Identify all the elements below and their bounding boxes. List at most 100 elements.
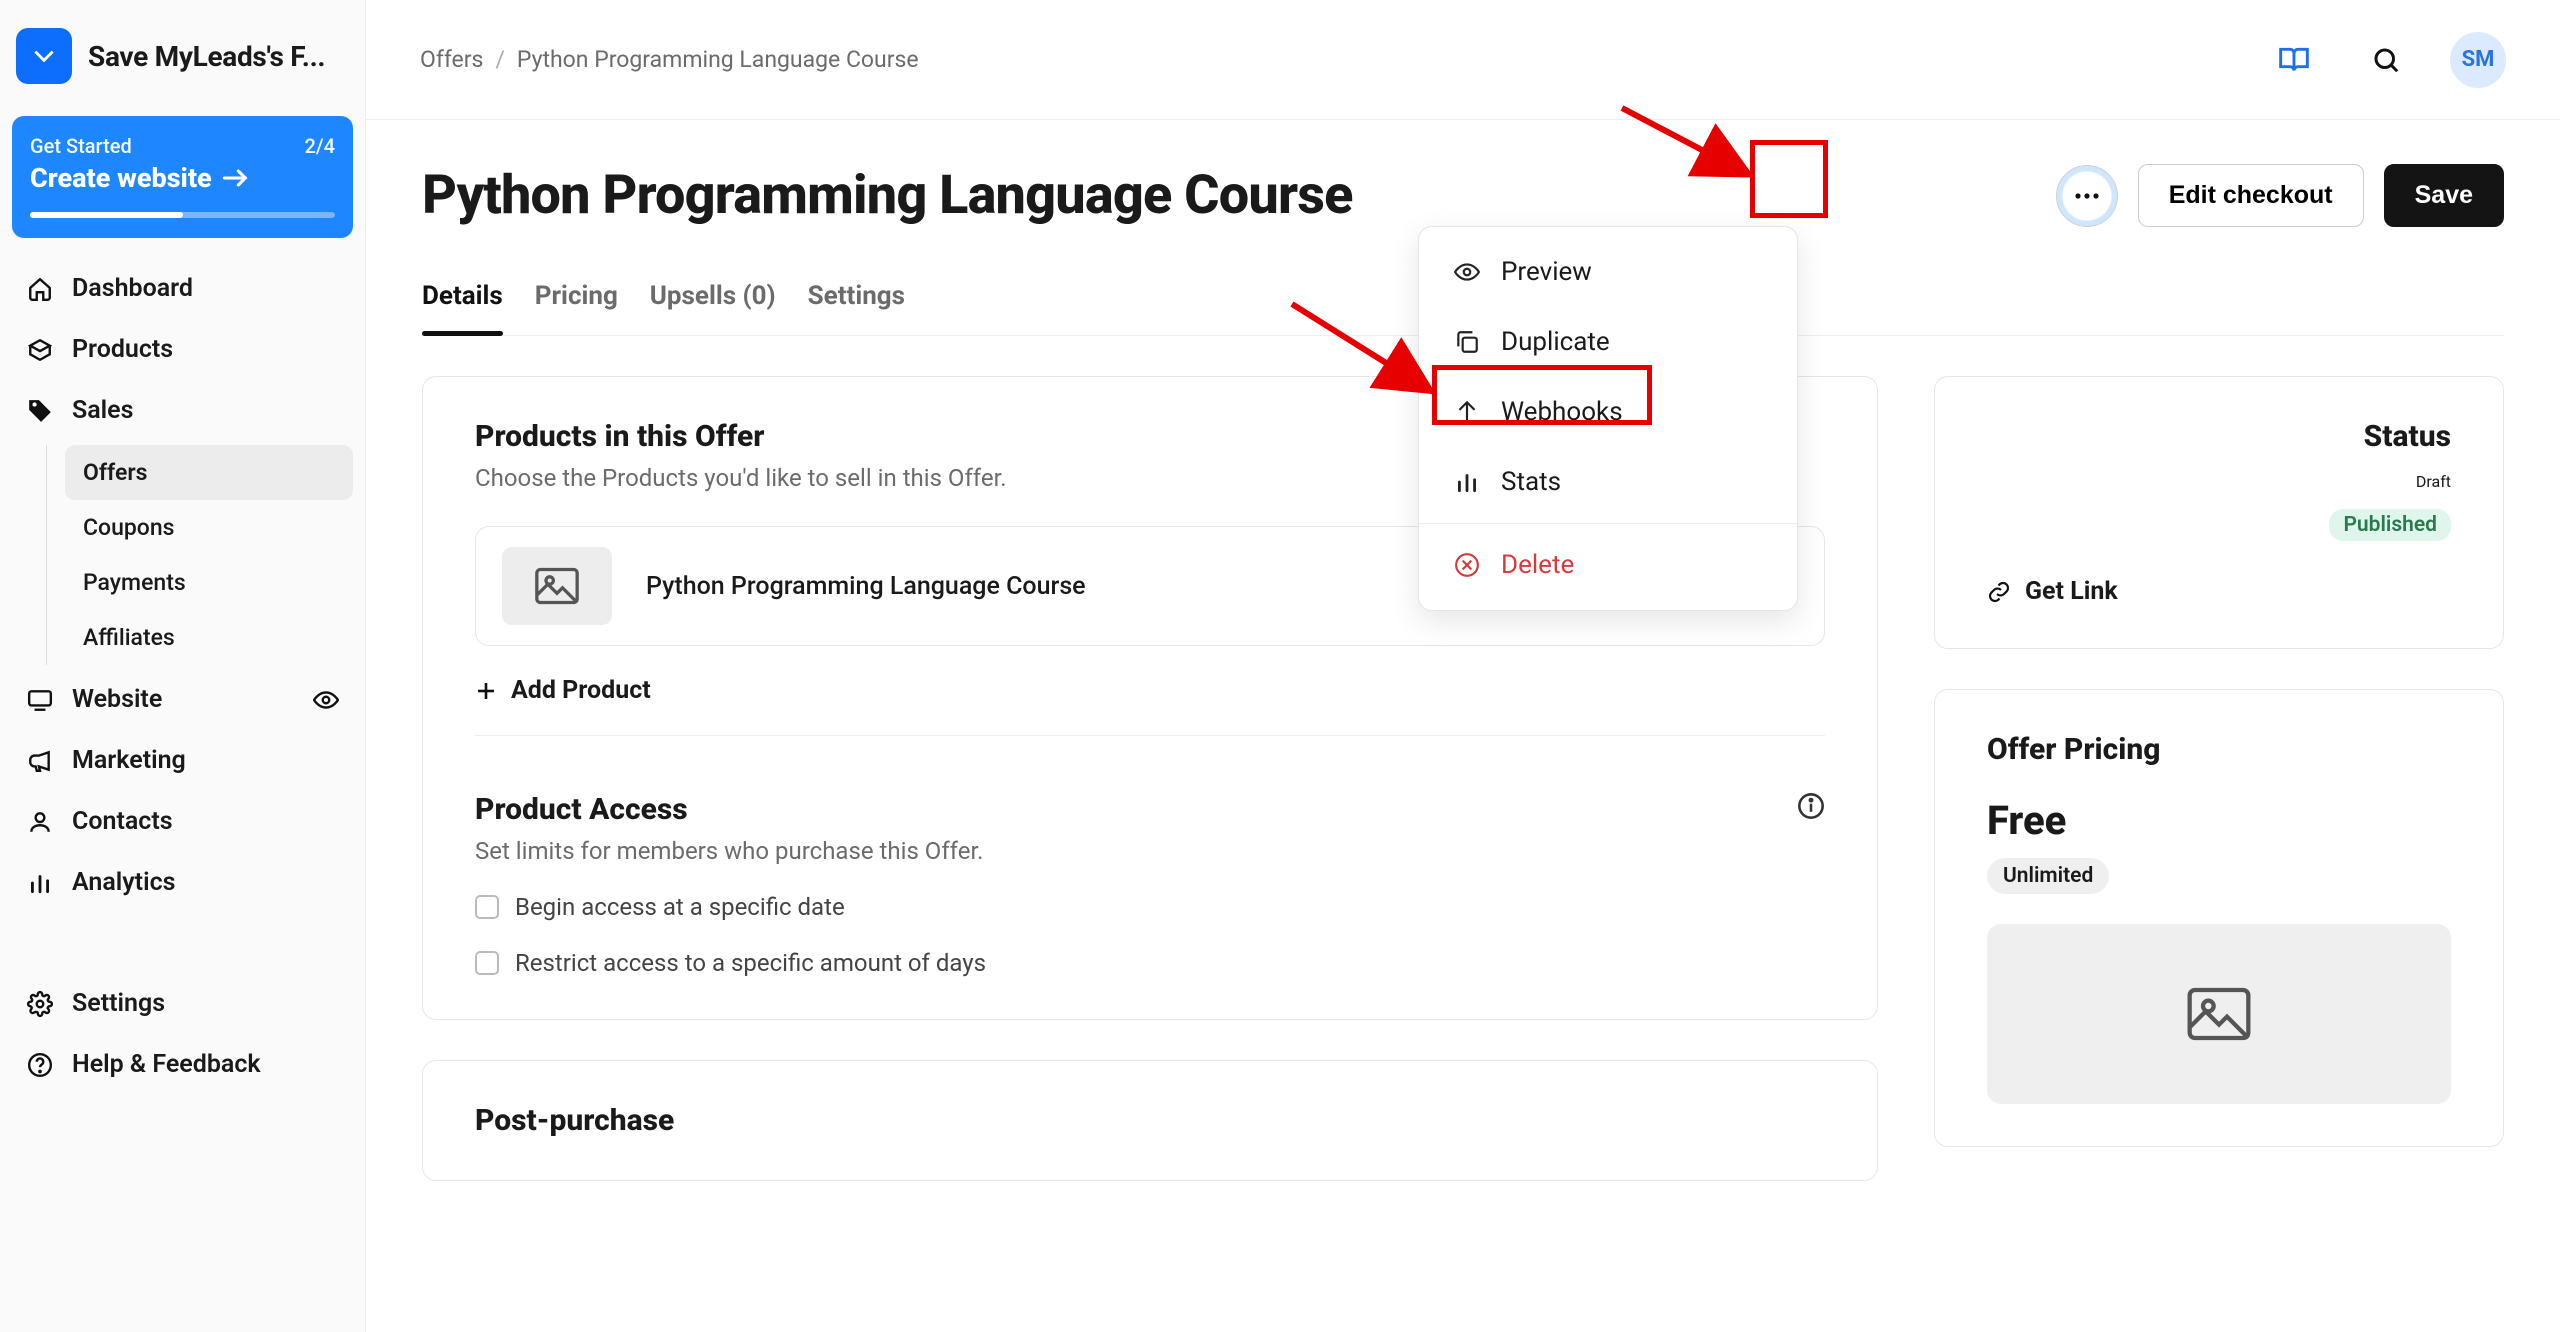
add-product-label: Add Product bbox=[511, 676, 651, 705]
published-badge: Published bbox=[2329, 509, 2451, 541]
save-button[interactable]: Save bbox=[2384, 164, 2504, 227]
help-icon bbox=[26, 1051, 54, 1079]
subnav-payments[interactable]: Payments bbox=[65, 555, 353, 610]
offer-price: Free bbox=[1987, 797, 2451, 844]
subnav-coupons[interactable]: Coupons bbox=[65, 500, 353, 555]
arrow-right-icon bbox=[222, 168, 250, 188]
user-icon bbox=[26, 808, 54, 836]
nav-analytics[interactable]: Analytics bbox=[12, 852, 353, 913]
access-date-label: Begin access at a specific date bbox=[515, 893, 845, 921]
nav-marketing-label: Marketing bbox=[72, 746, 186, 775]
info-icon[interactable] bbox=[1797, 792, 1825, 820]
get-link-button[interactable]: Get Link bbox=[1987, 577, 2451, 606]
book-icon[interactable] bbox=[2266, 32, 2322, 88]
tab-pricing[interactable]: Pricing bbox=[535, 267, 618, 335]
nav-settings[interactable]: Settings bbox=[12, 973, 353, 1034]
nav-website[interactable]: Website bbox=[12, 669, 353, 730]
status-draft-label: Draft bbox=[2416, 472, 2451, 491]
home-icon bbox=[26, 275, 54, 303]
subnav-affiliates[interactable]: Affiliates bbox=[65, 610, 353, 665]
nav-settings-label: Settings bbox=[72, 989, 165, 1018]
post-purchase-card: Post-purchase bbox=[422, 1060, 1878, 1181]
brand-name: Save MyLeads's F... bbox=[88, 40, 325, 73]
edit-checkout-button[interactable]: Edit checkout bbox=[2138, 164, 2364, 227]
gear-icon bbox=[26, 990, 54, 1018]
progress-track bbox=[30, 212, 335, 218]
offer-pricing-heading: Offer Pricing bbox=[1987, 732, 2451, 767]
get-started-card[interactable]: Get Started 2/4 Create website bbox=[12, 116, 353, 238]
nav-marketing[interactable]: Marketing bbox=[12, 730, 353, 791]
primary-nav: Dashboard Products Sales Offers Coupons … bbox=[12, 258, 353, 1095]
restrict-days-label: Restrict access to a specific amount of … bbox=[515, 949, 986, 977]
stats-icon bbox=[1453, 468, 1481, 496]
nav-contacts-label: Contacts bbox=[72, 807, 173, 836]
nav-website-label: Website bbox=[72, 685, 162, 714]
dropdown-duplicate[interactable]: Duplicate bbox=[1419, 307, 1797, 377]
dropdown-stats-label: Stats bbox=[1501, 467, 1561, 497]
brand-row[interactable]: Save MyLeads's F... bbox=[12, 16, 353, 90]
page-title: Python Programming Language Course bbox=[422, 164, 1353, 227]
breadcrumb-separator: / bbox=[495, 46, 505, 73]
webhook-icon bbox=[1453, 398, 1481, 426]
breadcrumb-current: Python Programming Language Course bbox=[517, 46, 919, 73]
dropdown-preview-label: Preview bbox=[1501, 257, 1592, 287]
pricing-image-placeholder bbox=[1987, 924, 2451, 1104]
bar-chart-icon bbox=[26, 869, 54, 897]
dropdown-stats[interactable]: Stats bbox=[1419, 447, 1797, 517]
image-placeholder-icon bbox=[502, 547, 612, 625]
nav-products[interactable]: Products bbox=[12, 319, 353, 380]
tab-settings[interactable]: Settings bbox=[808, 267, 905, 335]
post-purchase-heading: Post-purchase bbox=[475, 1103, 1825, 1138]
nav-analytics-label: Analytics bbox=[72, 868, 175, 897]
megaphone-icon bbox=[26, 747, 54, 775]
dropdown-webhooks[interactable]: Webhooks bbox=[1419, 377, 1797, 447]
eye-icon[interactable] bbox=[313, 687, 339, 713]
monitor-icon bbox=[26, 686, 54, 714]
get-started-title: Create website bbox=[30, 162, 212, 194]
subnav-offers[interactable]: Offers bbox=[65, 445, 353, 500]
dropdown-preview[interactable]: Preview bbox=[1419, 237, 1797, 307]
status-published-option[interactable]: Published bbox=[1987, 509, 2451, 541]
product-title: Python Programming Language Course bbox=[646, 572, 1086, 601]
dropdown-delete-label: Delete bbox=[1501, 550, 1574, 580]
access-date-checkbox[interactable]: Begin access at a specific date bbox=[475, 893, 1825, 921]
nav-help[interactable]: Help & Feedback bbox=[12, 1034, 353, 1095]
avatar[interactable]: SM bbox=[2450, 32, 2506, 88]
breadcrumb-root[interactable]: Offers bbox=[420, 46, 483, 73]
nav-help-label: Help & Feedback bbox=[72, 1050, 261, 1079]
checkbox-icon bbox=[475, 895, 499, 919]
get-started-label: Get Started bbox=[30, 134, 132, 158]
search-icon[interactable] bbox=[2358, 32, 2414, 88]
add-product-button[interactable]: Add Product bbox=[475, 676, 1825, 705]
status-draft-option[interactable]: Draft bbox=[1987, 472, 2451, 491]
sidebar: Save MyLeads's F... Get Started 2/4 Crea… bbox=[0, 0, 366, 1332]
nav-sales[interactable]: Sales bbox=[12, 380, 353, 441]
more-actions-dropdown: Preview Duplicate Webhooks bbox=[1418, 226, 1798, 611]
brand-logo-icon bbox=[16, 28, 72, 84]
progress-fill bbox=[30, 212, 183, 218]
status-heading: Status bbox=[1987, 419, 2451, 454]
get-link-label: Get Link bbox=[2025, 577, 2118, 606]
status-card: Status Draft Published Get Link bbox=[1934, 376, 2504, 649]
dropdown-delete[interactable]: Delete bbox=[1419, 530, 1797, 600]
dropdown-duplicate-label: Duplicate bbox=[1501, 327, 1610, 357]
nav-contacts[interactable]: Contacts bbox=[12, 791, 353, 852]
product-access-sub: Set limits for members who purchase this… bbox=[475, 837, 1825, 865]
dropdown-webhooks-label: Webhooks bbox=[1501, 397, 1623, 427]
tab-upsells[interactable]: Upsells (0) bbox=[650, 267, 776, 335]
restrict-days-checkbox[interactable]: Restrict access to a specific amount of … bbox=[475, 949, 1825, 977]
get-started-progress-text: 2/4 bbox=[304, 134, 335, 158]
eye-icon bbox=[1453, 258, 1481, 286]
main: Offers / Python Programming Language Cou… bbox=[366, 0, 2560, 1332]
topbar: Offers / Python Programming Language Cou… bbox=[366, 0, 2560, 120]
tab-details[interactable]: Details bbox=[422, 267, 503, 335]
sales-subnav: Offers Coupons Payments Affiliates bbox=[46, 445, 353, 665]
nav-dashboard[interactable]: Dashboard bbox=[12, 258, 353, 319]
box-icon bbox=[26, 336, 54, 364]
product-access-heading: Product Access bbox=[475, 792, 1825, 827]
more-actions-button[interactable] bbox=[2056, 165, 2118, 227]
offer-pricing-pill: Unlimited bbox=[1987, 858, 2109, 894]
nav-dashboard-label: Dashboard bbox=[72, 274, 193, 303]
tag-icon bbox=[26, 397, 54, 425]
nav-products-label: Products bbox=[72, 335, 173, 364]
